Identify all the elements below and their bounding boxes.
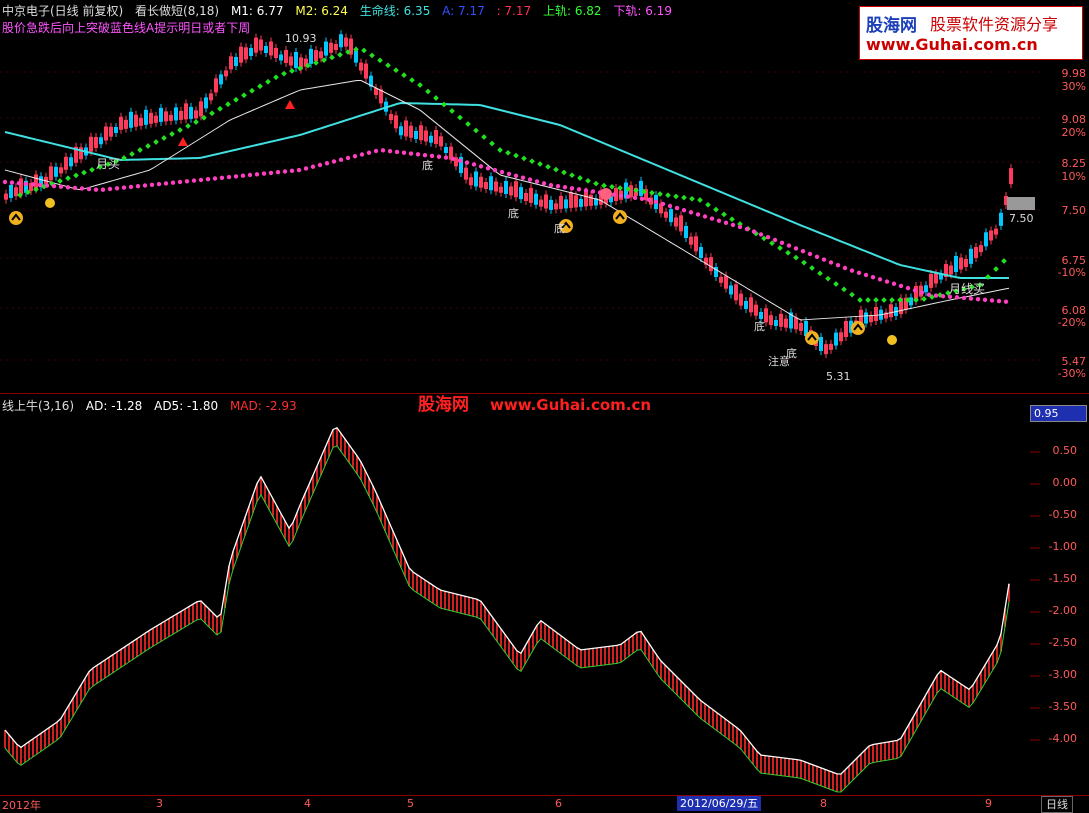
indicator-axis-label: -0.50 [1048,508,1077,521]
axis-price: 9.08 [1061,113,1087,126]
m1-value: M1: 6.77 [230,4,284,18]
indicator-current-value: 0.95 [1030,405,1087,422]
watermark-url: www.Guhai.com.cn [490,396,652,414]
indicator-axis-label: -1.00 [1048,540,1077,553]
indicator-header: 线上牛(3,16) AD: -1.28 AD5: -1.80 MAD: -2.9… [2,398,305,414]
axis-price: 9.98 [1061,67,1087,80]
date-label: 4 [304,797,311,810]
axis-pct: -30% [1057,367,1086,380]
ad5-value: AD5: -1.80 [154,399,219,413]
date-label: 9 [985,797,992,810]
axis-pct: -20% [1057,316,1086,329]
watermark-cn: 股海网 [418,395,469,415]
upper-rail-value: 上轨: 6.82 [542,4,602,18]
date-axis: 2012年 3 4 5 6 2012/06/29/五 8 9 日线 [0,795,1089,813]
date-label: 3 [156,797,163,810]
low-price-label: 5.31 [826,370,851,383]
lower-rail-value: 下轨: 6.19 [613,4,672,18]
axis-pct: 20% [1061,126,1086,139]
indicator-axis-label: 0.00 [1052,476,1078,489]
indicator-axis-label: 0.50 [1052,444,1078,457]
axis-pct: -10% [1057,266,1086,279]
axis-price: 7.50 [1061,204,1087,217]
axis-price: 8.25 [1061,157,1087,170]
indicator-axis-label: -2.00 [1048,604,1077,617]
logo-url: www.Guhai.com.cn [866,35,1038,54]
ad5-line [4,445,1010,793]
logo-brand: 股海网 [866,16,917,36]
period-button[interactable]: 日线 [1041,796,1073,813]
chart-header: 中京电子(日线 前复权) 看长做短(8,18) M1: 6.77 M2: 6.2… [2,3,680,19]
buy-signal-label: 月买 [96,157,121,171]
bottom-signal-label: 底 [754,320,765,333]
axis-pct: 30% [1061,80,1086,93]
m2-value: M2: 6.24 [295,4,348,18]
panel-divider[interactable] [0,393,1089,394]
indicator-axis-label: -3.00 [1048,668,1077,681]
indicator-axis-label: -2.50 [1048,636,1077,649]
axis-pct: 10% [1061,170,1086,183]
date-label: 6 [555,797,562,810]
signal-tip: 股价急跌后向上突破蓝色线A提示明日或者下周 [2,21,251,35]
cursor-date: 2012/06/29/五 [677,796,762,811]
current-price-marker [1007,197,1035,210]
a-line-value: A: 7.17 [442,4,485,18]
current-price-label: 7.50 [1009,212,1034,225]
ad-value: AD: -1.28 [85,399,143,413]
bottom-signal-label: 底 [554,222,565,235]
bottom-signal-label: 底 [508,207,519,220]
indicator-name[interactable]: 线上牛(3,16) [2,399,74,413]
indicator-axis-label: -4.00 [1048,732,1077,745]
high-price-label: 10.93 [285,32,317,45]
buy-signal-label-2: 月线买 [949,282,986,296]
ad-line [4,426,1010,775]
brand-logo: 股海网 股票软件资源分享 www.Guhai.com.cn [859,6,1083,60]
logo-slogan: 股票软件资源分享 [930,15,1059,34]
bottom-signal-label: 底 [422,159,433,172]
life-line-value: 生命线: 6.35 [359,4,431,18]
indicator-axis-label: -3.50 [1048,700,1077,713]
mad-value: MAD: -2.93 [229,399,297,413]
attention-label: 注意 [768,355,790,368]
date-label: 5 [407,797,414,810]
stock-title[interactable]: 中京电子(日线 前复权) [2,4,123,18]
date-label: 8 [820,797,827,810]
formula-name[interactable]: 看长做短(8,18) [135,4,219,18]
indicator-axis-label: -1.50 [1048,572,1077,585]
a-line-value-2: : 7.17 [496,4,532,18]
